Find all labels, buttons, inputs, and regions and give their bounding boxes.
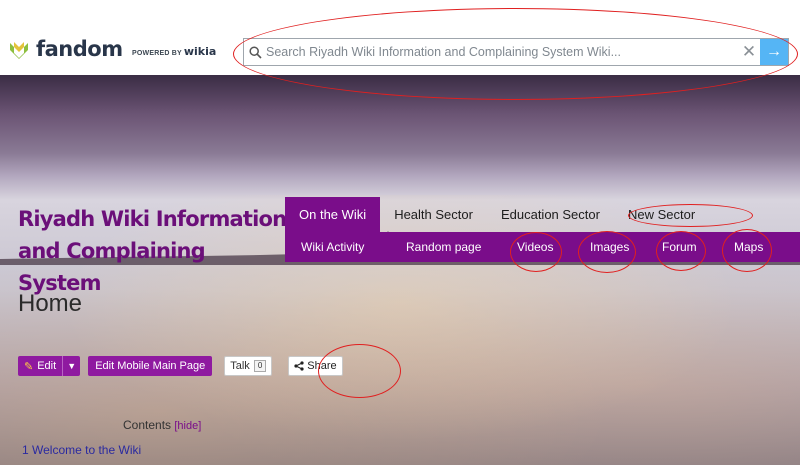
- toc-header: Contents [hide]: [123, 418, 201, 432]
- toc-item-welcome[interactable]: 1 Welcome to the Wiki: [22, 443, 141, 457]
- share-button[interactable]: Share: [288, 356, 343, 376]
- tab-new-sector[interactable]: New Sector: [614, 197, 709, 232]
- subnav-forum[interactable]: Forum: [662, 240, 697, 254]
- fandom-wordmark: fandom: [36, 37, 123, 61]
- subnav-images[interactable]: Images: [590, 240, 629, 254]
- wiki-navigation-tabs: On the Wiki Health Sector Education Sect…: [285, 197, 709, 232]
- wiki-title[interactable]: Riyadh Wiki Information and Complaining …: [18, 203, 288, 299]
- search-input[interactable]: [266, 40, 738, 64]
- pencil-icon: ✎: [24, 360, 34, 373]
- toc-hide-toggle[interactable]: [hide]: [174, 420, 201, 432]
- share-icon: [294, 361, 304, 371]
- fandom-heart-icon: [10, 42, 28, 59]
- chevron-down-icon: ▼: [67, 361, 77, 371]
- tab-education-sector[interactable]: Education Sector: [487, 197, 614, 232]
- search-submit-button[interactable]: →: [760, 39, 788, 65]
- wiki-subnavigation: Wiki Activity Random page Videos Images …: [285, 232, 800, 262]
- wiki-title-line-1: Riyadh Wiki Information: [18, 207, 287, 231]
- powered-by-wikia: POWERED BY wikia: [132, 45, 216, 58]
- powered-prefix: POWERED BY: [132, 50, 182, 57]
- subnav-videos[interactable]: Videos: [517, 240, 553, 254]
- tab-on-the-wiki[interactable]: On the Wiki: [285, 197, 381, 232]
- subnav-random-page[interactable]: Random page: [406, 240, 481, 254]
- page-title: Home: [18, 290, 83, 317]
- search-box[interactable]: ✕ →: [243, 38, 789, 66]
- toc-heading: Contents: [123, 418, 172, 432]
- page-actions: ✎ Edit ▼ Edit Mobile Main Page Talk 0 Sh…: [18, 356, 343, 376]
- edit-dropdown-button[interactable]: ▼: [62, 356, 81, 376]
- tab-health-sector[interactable]: Health Sector: [380, 197, 487, 232]
- edit-button-label: Edit: [37, 360, 57, 372]
- share-button-label: Share: [307, 360, 337, 372]
- subnav-wiki-activity[interactable]: Wiki Activity: [301, 240, 364, 254]
- subnav-maps[interactable]: Maps: [734, 240, 763, 254]
- global-navigation: fandom POWERED BY wikia ✕ →: [0, 0, 800, 75]
- edit-mobile-main-page-button[interactable]: Edit Mobile Main Page: [88, 356, 213, 376]
- talk-button-label: Talk: [230, 360, 250, 372]
- fandom-logo[interactable]: fandom: [8, 37, 123, 61]
- edit-button[interactable]: ✎ Edit: [18, 356, 63, 376]
- search-icon: [244, 39, 266, 65]
- wikia-wordmark: wikia: [183, 45, 217, 58]
- clear-search-icon[interactable]: ✕: [738, 39, 760, 65]
- talk-button[interactable]: Talk 0: [224, 356, 273, 376]
- talk-count-badge: 0: [253, 360, 267, 372]
